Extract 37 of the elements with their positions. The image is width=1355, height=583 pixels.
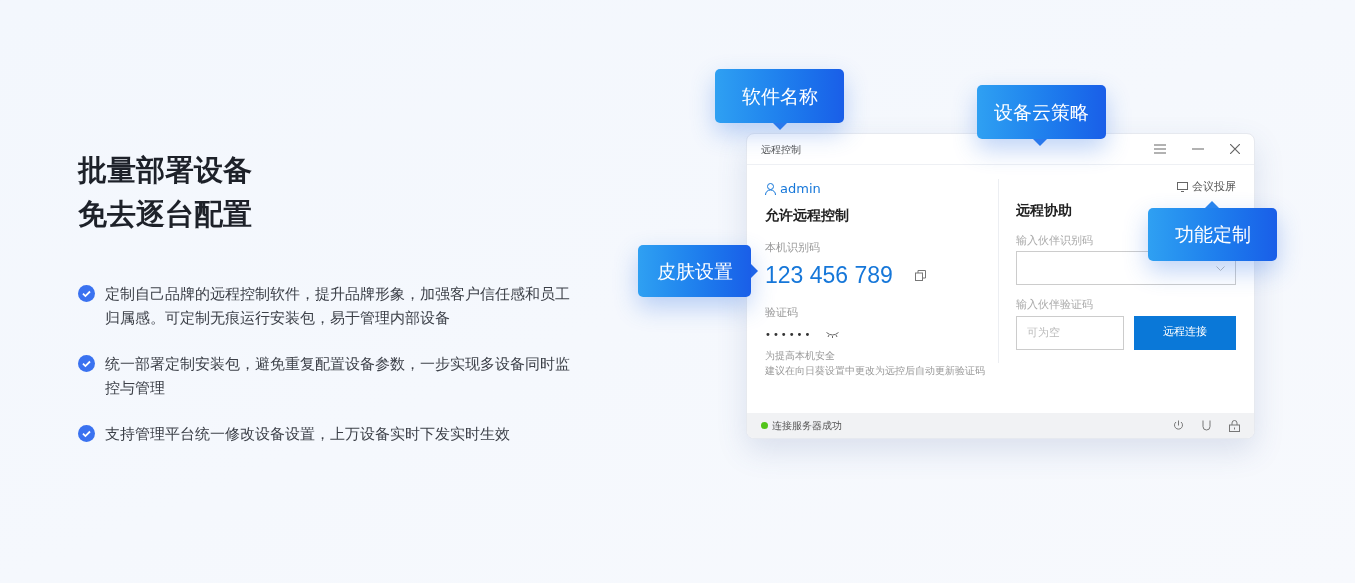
screen-cast-button[interactable]: 会议投屏 [1177, 179, 1236, 196]
field-label: 本机识别码 [765, 239, 821, 256]
lock-icon[interactable] [1229, 419, 1240, 432]
check-circle-icon [78, 355, 95, 372]
feature-text: 支持管理平台统一修改设备设置，上万设备实时下发实时生效 [105, 424, 510, 445]
feature-text: 统一部署定制安装包，避免重复配置设备参数，一步实现多设备同时监控与管理 [105, 354, 571, 399]
user-link[interactable]: admin [765, 179, 998, 199]
field-label: 输入伙伴识别码 [1016, 232, 1093, 249]
eye-closed-icon[interactable] [826, 331, 840, 338]
headline: 批量部署设备 [78, 152, 253, 189]
section-heading: 允许远程控制 [765, 205, 850, 225]
field-label: 验证码 [765, 304, 799, 321]
masked-code: •••••• [765, 328, 813, 342]
callout-tooltip: 设备云策略 [977, 85, 1106, 146]
device-id: 123 456 789 [765, 261, 893, 290]
connect-button[interactable]: 远程连接 [1134, 315, 1236, 350]
status-text: 连接服务器成功 [772, 418, 842, 433]
magnet-icon[interactable] [1202, 420, 1211, 431]
field-label: 输入伙伴验证码 [1016, 297, 1094, 313]
power-icon[interactable] [1173, 420, 1184, 431]
hint-text: 为提高本机安全 [765, 349, 835, 363]
chevron-down-icon [1216, 265, 1225, 271]
user-icon [765, 182, 776, 195]
headline: 免去逐台配置 [78, 196, 253, 233]
copy-icon[interactable] [914, 269, 926, 281]
check-circle-icon [78, 425, 95, 442]
check-circle-icon [78, 285, 95, 302]
monitor-icon [1177, 182, 1188, 193]
callout-tooltip: 皮肤设置 [638, 245, 758, 297]
section-heading: 远程协助 [1016, 200, 1073, 220]
feature-text: 定制自己品牌的远程控制软件，提升品牌形象，加强客户信任感和员工归属感。可定制无痕运行安装包，易于管理内部设备 [105, 284, 571, 329]
menu-icon[interactable] [1154, 144, 1166, 154]
hint-text: 建议在向日葵设置中更改为远控后自动更新验证码 [765, 364, 985, 378]
callout-tooltip: 功能定制 [1148, 201, 1277, 261]
close-icon[interactable] [1230, 144, 1240, 154]
callout-tooltip: 软件名称 [715, 69, 844, 130]
window-title: 远程控制 [761, 142, 801, 157]
